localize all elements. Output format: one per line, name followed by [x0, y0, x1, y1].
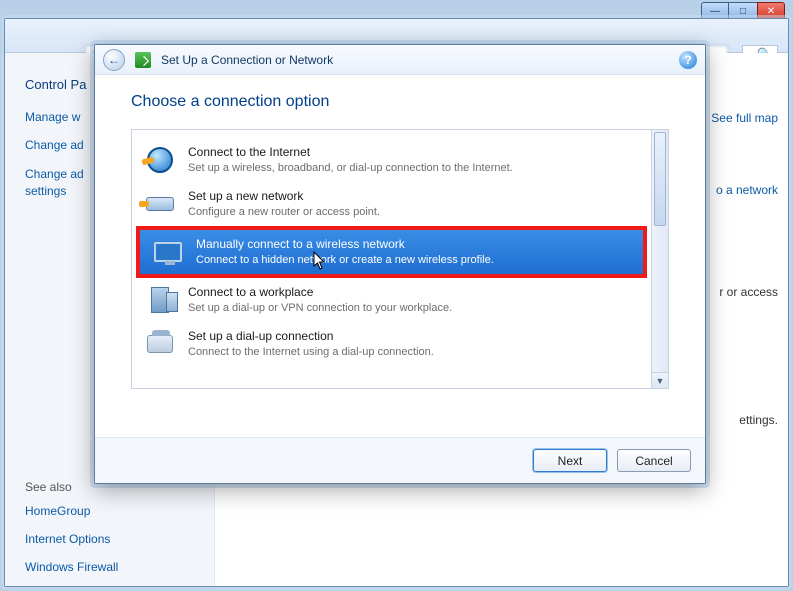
connect-to-network-link[interactable]: o a network — [716, 183, 778, 197]
wizard-title: Set Up a Connection or Network — [161, 53, 669, 67]
list-viewport: Connect to the Internet Set up a wireles… — [132, 130, 651, 388]
wizard-footer: Next Cancel — [95, 437, 705, 483]
router-icon — [144, 188, 176, 220]
option-title: Manually connect to a wireless network — [196, 236, 494, 252]
option-connect-to-internet[interactable]: Connect to the Internet Set up a wireles… — [132, 138, 651, 182]
setup-connection-wizard: ← Set Up a Connection or Network ? Choos… — [94, 44, 706, 484]
monitor-icon — [152, 236, 184, 268]
wizard-body: Choose a connection option Connect to th… — [95, 75, 705, 437]
see-also-homegroup[interactable]: HomeGroup — [25, 504, 194, 518]
option-desc: Set up a dial-up or VPN connection to yo… — [188, 301, 452, 316]
globe-icon — [144, 144, 176, 176]
see-also-internet-options[interactable]: Internet Options — [25, 532, 194, 546]
option-title: Connect to the Internet — [188, 144, 513, 160]
option-title: Set up a new network — [188, 188, 380, 204]
option-title: Set up a dial-up connection — [188, 328, 434, 344]
selected-option-highlight: Manually connect to a wireless network C… — [136, 226, 647, 278]
network-wizard-icon — [135, 52, 151, 68]
scrollbar-thumb[interactable] — [654, 132, 666, 226]
see-full-map-link[interactable]: See full map — [711, 111, 778, 125]
building-icon — [144, 284, 176, 316]
connection-options-list: Connect to the Internet Set up a wireles… — [131, 129, 669, 389]
scrollbar[interactable]: ▼ — [651, 130, 668, 388]
scroll-down-button[interactable]: ▼ — [652, 372, 668, 388]
option-desc: Set up a wireless, broadband, or dial-up… — [188, 161, 513, 176]
option-desc: Configure a new router or access point. — [188, 205, 380, 220]
see-also-windows-firewall[interactable]: Windows Firewall — [25, 560, 194, 574]
cancel-button[interactable]: Cancel — [617, 449, 691, 472]
wizard-titlebar: ← Set Up a Connection or Network ? — [95, 45, 705, 75]
next-button[interactable]: Next — [533, 449, 607, 472]
option-desc: Connect to the Internet using a dial-up … — [188, 345, 434, 360]
text-fragment: ettings. — [739, 413, 778, 427]
option-desc: Connect to a hidden network or create a … — [196, 253, 494, 268]
help-icon[interactable]: ? — [679, 51, 697, 69]
phone-icon — [144, 328, 176, 360]
wizard-back-button[interactable]: ← — [103, 49, 125, 71]
option-setup-new-network[interactable]: Set up a new network Configure a new rou… — [132, 182, 651, 226]
option-dialup[interactable]: Set up a dial-up connection Connect to t… — [132, 322, 651, 366]
option-manually-connect-wireless[interactable]: Manually connect to a wireless network C… — [140, 230, 643, 274]
text-fragment: r or access — [719, 285, 778, 299]
option-connect-workplace[interactable]: Connect to a workplace Set up a dial-up … — [132, 278, 651, 322]
option-title: Connect to a workplace — [188, 284, 452, 300]
wizard-heading: Choose a connection option — [131, 93, 669, 111]
